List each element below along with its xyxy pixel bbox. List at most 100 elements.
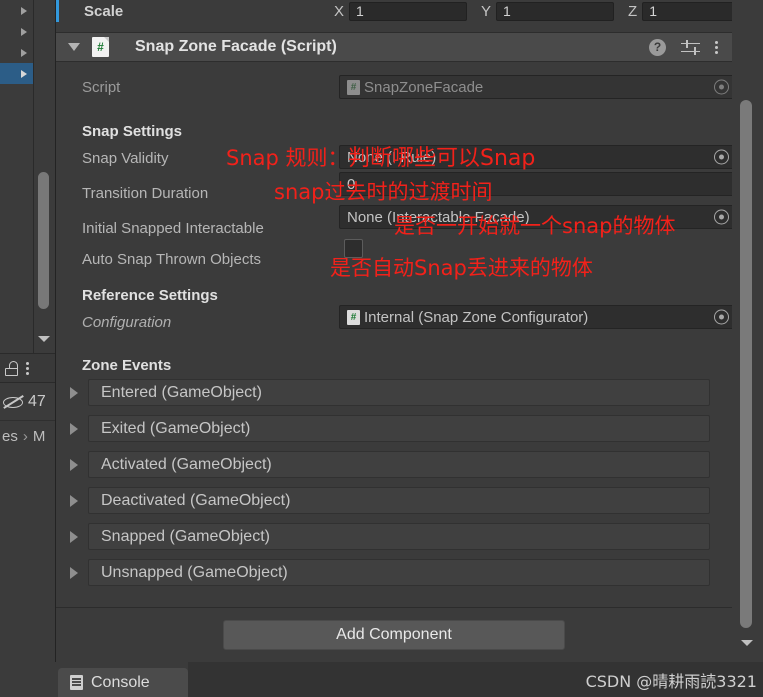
scale-y-axis: Y 1: [481, 1, 615, 21]
component-title: Snap Zone Facade (Script): [135, 38, 337, 55]
snap-validity-label: Snap Validity: [82, 149, 169, 167]
object-picker-icon[interactable]: [714, 209, 729, 225]
zone-event-deactivated[interactable]: Deactivated (GameObject): [56, 486, 732, 515]
chevron-right-icon[interactable]: [21, 48, 27, 57]
console-tab-label: Console: [91, 673, 150, 691]
scale-y-input[interactable]: 1: [496, 1, 615, 21]
zone-event-label: Exited (GameObject): [88, 415, 710, 442]
snap-settings-header: Snap Settings: [56, 120, 732, 142]
lock-icon[interactable]: [5, 360, 18, 376]
sidebar-divider: [33, 0, 34, 353]
add-component-area: Add Component: [56, 608, 732, 662]
breadcrumb[interactable]: es › M: [0, 420, 55, 452]
auto-snap-thrown-objects-checkbox[interactable]: [344, 239, 363, 258]
hierarchy-row-1[interactable]: [0, 0, 33, 21]
chevron-right-icon[interactable]: [21, 6, 27, 15]
add-component-button[interactable]: Add Component: [223, 620, 565, 650]
object-picker-icon[interactable]: [714, 79, 729, 95]
selection-indicator-bar: [56, 0, 59, 22]
hidden-objects-count: 47: [0, 384, 55, 420]
scale-x-input[interactable]: 1: [349, 1, 468, 21]
component-body: Script # SnapZoneFacade Snap Settings Sn…: [56, 62, 734, 607]
zone-events-label: Zone Events: [82, 356, 172, 374]
configuration-label: Configuration: [82, 313, 172, 331]
transition-duration-input[interactable]: 0: [339, 172, 734, 196]
axis-letter-x: X: [334, 2, 345, 20]
eye-off-icon[interactable]: [3, 395, 25, 409]
hierarchy-row-3[interactable]: [0, 42, 33, 63]
inspector-scrollbar-thumb[interactable]: [740, 100, 752, 628]
configuration-value: Internal (Snap Zone Configurator): [364, 308, 589, 326]
console-icon: [70, 675, 83, 690]
triangle-right-icon[interactable]: [70, 458, 78, 471]
hierarchy-sidebar: 47 es › M: [0, 0, 55, 662]
zone-event-label: Unsnapped (GameObject): [88, 559, 710, 586]
triangle-down-icon: [38, 336, 50, 342]
component-header[interactable]: # Snap Zone Facade (Script) ?: [56, 32, 732, 62]
hierarchy-scrollbar-thumb[interactable]: [38, 172, 49, 309]
hierarchy-row-2[interactable]: [0, 21, 33, 42]
script-field: # SnapZoneFacade: [339, 75, 734, 99]
snap-validity-value: None (I Rule): [347, 148, 437, 166]
configuration-field[interactable]: # Internal (Snap Zone Configurator): [339, 305, 734, 329]
zone-event-label: Deactivated (GameObject): [88, 487, 710, 514]
chevron-right-icon[interactable]: [21, 27, 27, 36]
hierarchy-scroll-down-button[interactable]: [36, 330, 52, 348]
axis-letter-z: Z: [628, 2, 638, 20]
script-label: Script: [82, 78, 121, 96]
hidden-count-label: 47: [28, 393, 46, 410]
script-icon: #: [347, 79, 360, 95]
kebab-menu-icon[interactable]: [26, 361, 29, 375]
chevron-right-icon: ›: [22, 428, 28, 445]
initial-snapped-interactable-field[interactable]: None (Interactable Facade): [339, 205, 734, 229]
zone-event-entered[interactable]: Entered (GameObject): [56, 378, 732, 407]
auto-snap-thrown-objects-row: Auto Snap Thrown Objects: [56, 248, 732, 270]
script-icon: #: [347, 309, 360, 325]
bottom-bar-left-pad: [0, 662, 55, 697]
zone-events-header: Zone Events: [56, 354, 732, 376]
zone-event-label: Snapped (GameObject): [88, 523, 710, 550]
hierarchy-row-list: [0, 0, 33, 84]
inspector-panel: Scale X 1 Y 1 Z 1 # Snap Zone Facade (Sc…: [55, 0, 763, 662]
triangle-down-icon[interactable]: [68, 43, 80, 51]
zone-event-label: Entered (GameObject): [88, 379, 710, 406]
inspector-scroll-down-button[interactable]: [740, 636, 754, 650]
zone-event-exited[interactable]: Exited (GameObject): [56, 414, 732, 443]
help-icon[interactable]: ?: [649, 38, 666, 56]
triangle-down-icon: [741, 640, 753, 646]
axis-letter-y: Y: [481, 2, 492, 20]
object-picker-icon[interactable]: [714, 309, 729, 325]
script-field-value: SnapZoneFacade: [364, 78, 484, 96]
triangle-right-icon[interactable]: [70, 386, 78, 399]
auto-snap-thrown-objects-label: Auto Snap Thrown Objects: [82, 250, 261, 268]
initial-snapped-interactable-value: None (Interactable Facade): [347, 208, 530, 226]
chevron-right-icon[interactable]: [21, 69, 27, 78]
zone-event-label: Activated (GameObject): [88, 451, 710, 478]
snap-validity-field[interactable]: None (I Rule): [339, 145, 734, 169]
reference-settings-label: Reference Settings: [82, 286, 218, 304]
scale-label: Scale: [84, 2, 124, 20]
breadcrumb-tail: M: [32, 428, 46, 445]
zone-event-activated[interactable]: Activated (GameObject): [56, 450, 732, 479]
watermark: CSDN @晴耕雨読3321: [585, 671, 757, 691]
triangle-right-icon[interactable]: [70, 566, 78, 579]
triangle-right-icon[interactable]: [70, 422, 78, 435]
tab-console[interactable]: Console: [58, 668, 188, 697]
zone-event-unsnapped[interactable]: Unsnapped (GameObject): [56, 558, 732, 587]
object-picker-icon[interactable]: [714, 149, 729, 165]
initial-snapped-interactable-label: Initial Snapped Interactable: [82, 219, 264, 237]
breadcrumb-text: es: [2, 428, 18, 445]
component-header-icons: ?: [649, 38, 732, 56]
snap-settings-label: Snap Settings: [82, 122, 183, 140]
transform-scale-row: Scale X 1 Y 1 Z 1: [56, 0, 763, 22]
sidebar-toolbar: [0, 353, 55, 383]
preset-icon[interactable]: [681, 39, 700, 55]
unity-inspector-screenshot: 47 es › M Scale X 1 Y 1 Z 1 # Snap Zone …: [0, 0, 763, 697]
script-icon: #: [92, 37, 109, 57]
row-spacer: [56, 22, 763, 30]
hierarchy-row-4-selected[interactable]: [0, 63, 33, 84]
kebab-menu-icon[interactable]: [715, 40, 718, 54]
triangle-right-icon[interactable]: [70, 494, 78, 507]
zone-event-snapped[interactable]: Snapped (GameObject): [56, 522, 732, 551]
triangle-right-icon[interactable]: [70, 530, 78, 543]
